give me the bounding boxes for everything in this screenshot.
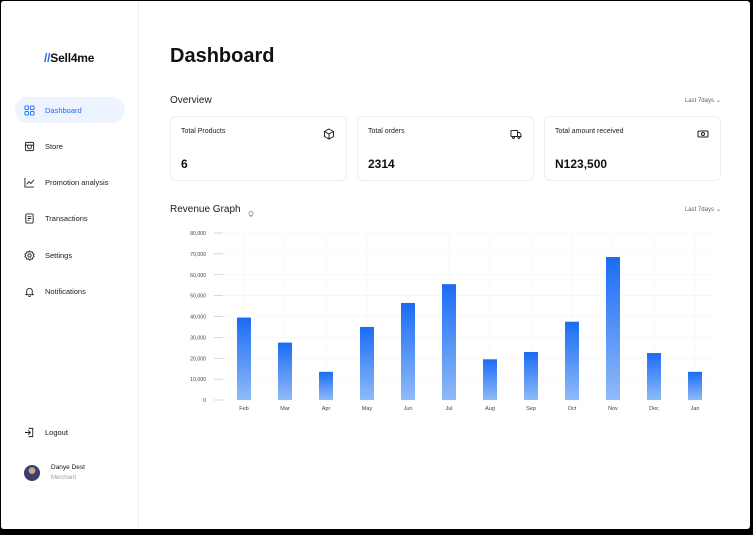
page-title: Dashboard [170,45,275,67]
box-icon [323,127,335,140]
y-tick-label: 40,000 [190,315,206,321]
x-tick-label: Mar [280,406,290,412]
bar-feb[interactable] [237,317,251,400]
revenue-range-label: Last 7days [684,207,714,213]
sidebar-item-settings[interactable]: Settings [15,242,125,268]
sidebar-item-store[interactable]: Store [15,133,125,159]
sidebar-item-label: Notifications [45,286,86,296]
y-tick-label: 20,000 [190,356,206,362]
y-tick-label: 10,000 [190,377,206,383]
y-tick-label: 70,000 [190,252,206,258]
y-tick-label: 80,000 [190,231,206,237]
app-window: //Sell4me Dashboard Store Promotion anal… [1,1,750,529]
bar-jul[interactable] [442,284,456,400]
sidebar-item-label: Dashboard [45,105,82,115]
x-tick-label: Jan [691,406,700,412]
stat-card-value: 6 [181,157,188,171]
store-icon [24,141,35,152]
sidebar-nav: Dashboard Store Promotion analysis Trans… [15,97,125,315]
x-tick-label: Sep [526,406,536,412]
x-tick-label: Dec [649,406,659,412]
sidebar: //Sell4me Dashboard Store Promotion anal… [1,1,139,529]
bar-apr[interactable] [319,371,333,400]
stat-card-total-products: Total Products 6 [170,116,347,181]
overview-range-label: Last 7days [684,98,714,104]
chevron-down-icon: ⌄ [715,98,721,104]
main-content: Dashboard Overview Last 7days ⌄ Total Pro… [170,1,721,529]
stat-card-label: Total orders [368,128,405,135]
document-icon [24,213,35,224]
y-tick-label: 30,000 [190,335,206,341]
bar-may[interactable] [360,326,374,400]
bar-jan[interactable] [688,371,702,400]
y-tick-label: 60,000 [190,273,206,279]
sidebar-item-transactions[interactable]: Transactions [15,206,125,232]
overview-cards: Total Products 6 Total orders 2314 Total… [170,116,721,181]
brand-logo[interactable]: //Sell4me [44,51,94,65]
y-tick-label: 50,000 [190,294,206,300]
bell-icon [24,286,35,297]
logout-button[interactable]: Logout [24,427,68,438]
sidebar-item-dashboard[interactable]: Dashboard [15,97,125,123]
bar-jun[interactable] [401,302,415,400]
bar-nov[interactable] [606,257,620,400]
stat-card-label: Total Products [181,128,226,135]
stat-card-label: Total amount received [555,128,624,135]
bar-dec[interactable] [647,353,661,400]
y-tick-label: 0 [203,398,206,404]
bar-mar[interactable] [278,342,292,400]
overview-range-dropdown[interactable]: Last 7days ⌄ [685,97,721,104]
stat-card-total-amount: Total amount received N123,500 [544,116,721,181]
stat-card-value: N123,500 [555,157,608,171]
x-tick-label: Jun [404,406,413,412]
revenue-title: Revenue Graph [170,204,241,215]
logout-icon [24,427,35,438]
sidebar-item-label: Transactions [45,214,88,224]
sidebar-item-notifications[interactable]: Notifications [15,278,125,304]
revenue-range-dropdown[interactable]: Last 7days ⌄ [685,206,721,213]
grid-icon [24,104,35,116]
x-tick-label: Oct [568,406,577,412]
truck-icon [510,127,522,139]
user-profile[interactable]: Danye Dest Merchant [24,464,85,481]
overview-title: Overview [170,95,212,106]
bar-oct[interactable] [565,321,579,400]
stat-card-total-orders: Total orders 2314 [357,116,534,181]
bar-aug[interactable] [483,359,497,400]
lightbulb-icon [247,205,255,217]
x-tick-label: Apr [322,406,331,412]
x-tick-label: Feb [239,406,248,412]
avatar [24,464,40,481]
logout-label: Logout [45,428,68,437]
sidebar-item-label: Promotion analysis [45,178,109,188]
stat-card-value: 2314 [368,157,395,171]
gear-icon [24,249,35,261]
revenue-bar-chart: 0 10,000 20,000 30,000 40,000 50,000 60,000 70,… [190,231,716,412]
x-tick-label: Aug [485,406,495,412]
x-tick-label: Jul [445,406,452,412]
sidebar-item-promotion-analysis[interactable]: Promotion analysis [15,170,125,196]
user-name: Danye Dest [51,464,85,471]
user-role: Merchant [51,475,77,481]
bar-sep[interactable] [524,351,538,400]
x-tick-label: May [362,406,373,412]
x-tick-label: Nov [608,406,618,412]
sidebar-item-label: Settings [45,250,73,260]
chevron-down-icon: ⌄ [715,207,721,213]
sidebar-item-label: Store [45,141,63,151]
trend-icon [24,177,35,188]
money-icon [697,127,709,139]
brand-name: Sell4me [50,51,95,65]
